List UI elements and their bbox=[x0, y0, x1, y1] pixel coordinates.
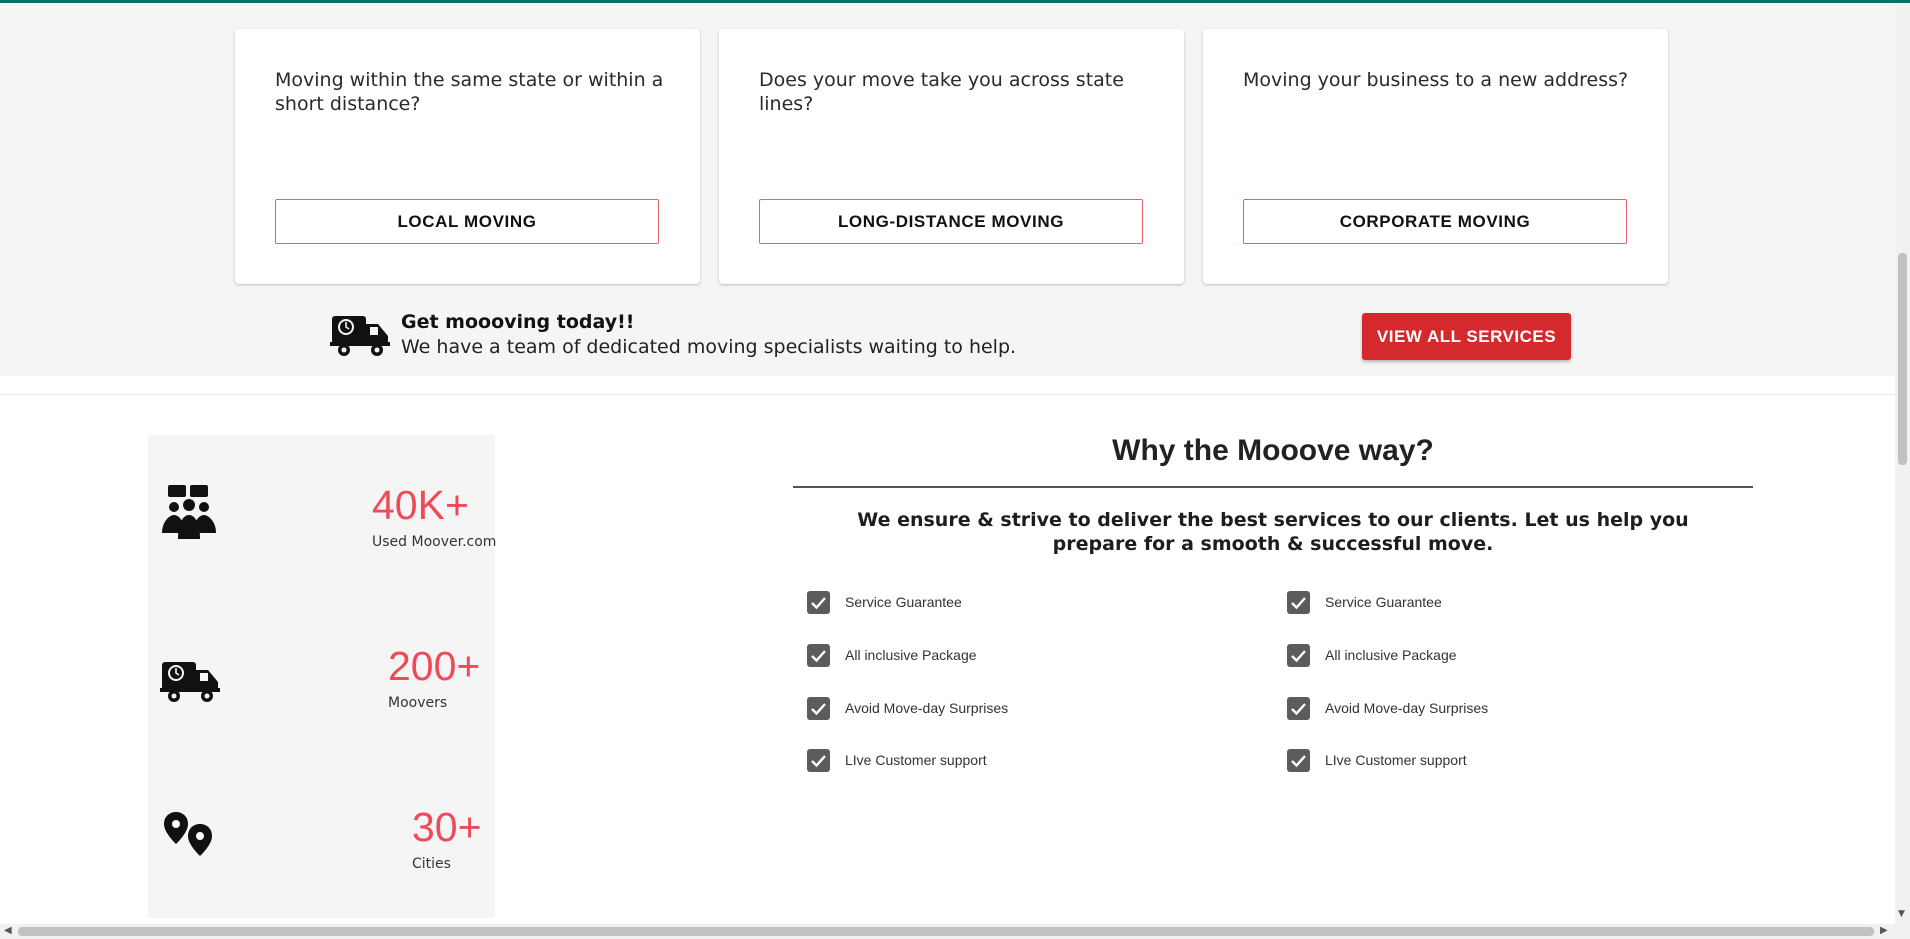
moving-truck-icon bbox=[160, 662, 220, 702]
feature-label: All inclusive Package bbox=[1325, 647, 1457, 663]
checkbox-checked-icon bbox=[807, 749, 830, 772]
vertical-scrollbar-thumb[interactable] bbox=[1898, 253, 1907, 465]
long-distance-moving-button[interactable]: LONG-DISTANCE MOVING bbox=[759, 199, 1143, 244]
team-icon bbox=[162, 485, 216, 539]
feature-label: Avoid Move-day Surprises bbox=[845, 700, 1009, 716]
stat-value: 200+ bbox=[388, 643, 481, 689]
checkbox-checked-icon bbox=[1287, 697, 1310, 720]
services-section: Moving within the same state or within a… bbox=[0, 3, 1895, 376]
checkbox-checked-icon bbox=[1287, 591, 1310, 614]
feature-label: LIve Customer support bbox=[1325, 752, 1467, 768]
corporate-moving-card: Moving your business to a new address? C… bbox=[1203, 29, 1668, 284]
checkbox-checked-icon bbox=[1287, 644, 1310, 667]
card-question: Moving within the same state or within a… bbox=[275, 69, 664, 115]
feature-label: Service Guarantee bbox=[1325, 594, 1442, 610]
long-distance-card: Does your move take you across state lin… bbox=[719, 29, 1184, 284]
feature-label: Service Guarantee bbox=[845, 594, 962, 610]
stat-value: 30+ bbox=[412, 804, 482, 850]
corporate-moving-button[interactable]: CORPORATE MOVING bbox=[1243, 199, 1627, 244]
local-moving-card: Moving within the same state or within a… bbox=[235, 29, 700, 284]
feature-label: LIve Customer support bbox=[845, 752, 987, 768]
checkbox-checked-icon bbox=[807, 644, 830, 667]
horizontal-scrollbar[interactable]: ◀ ▶ bbox=[0, 924, 1910, 939]
stat-value: 40K+ bbox=[372, 482, 469, 528]
scroll-down-arrow-icon[interactable]: ▼ bbox=[1898, 909, 1905, 919]
section-divider bbox=[0, 394, 1895, 395]
why-section-subtitle: We ensure & strive to deliver the best s… bbox=[857, 509, 1689, 555]
horizontal-scrollbar-thumb[interactable] bbox=[18, 927, 1874, 936]
checkbox-checked-icon bbox=[807, 697, 830, 720]
why-section-title: Why the Mooove way? bbox=[1112, 434, 1434, 467]
title-underline bbox=[793, 486, 1753, 488]
checkbox-checked-icon bbox=[807, 591, 830, 614]
moving-truck-icon bbox=[330, 316, 390, 356]
scroll-left-arrow-icon[interactable]: ◀ bbox=[4, 925, 12, 936]
promo-subtitle: We have a team of dedicated moving speci… bbox=[401, 336, 1017, 358]
feature-label: All inclusive Package bbox=[845, 647, 977, 663]
feature-label: Avoid Move-day Surprises bbox=[1325, 700, 1489, 716]
card-question: Does your move take you across state lin… bbox=[759, 69, 1124, 115]
promo-title: Get moooving today!! bbox=[401, 311, 635, 333]
vertical-scrollbar[interactable]: ▼ bbox=[1895, 3, 1910, 924]
scroll-right-arrow-icon[interactable]: ▶ bbox=[1880, 925, 1888, 936]
card-question: Moving your business to a new address? bbox=[1243, 69, 1629, 91]
stat-label: Cities bbox=[412, 856, 451, 872]
stat-label: Moovers bbox=[388, 695, 448, 711]
stats-panel: 40K+ Used Moover.com 200+ Moovers 30+ Ci… bbox=[148, 435, 497, 918]
map-pins-icon bbox=[164, 812, 212, 856]
stat-label: Used Moover.com bbox=[372, 534, 497, 550]
checkbox-checked-icon bbox=[1287, 749, 1310, 772]
local-moving-button[interactable]: LOCAL MOVING bbox=[275, 199, 659, 244]
view-all-services-button[interactable]: VIEW ALL SERVICES bbox=[1362, 313, 1571, 360]
